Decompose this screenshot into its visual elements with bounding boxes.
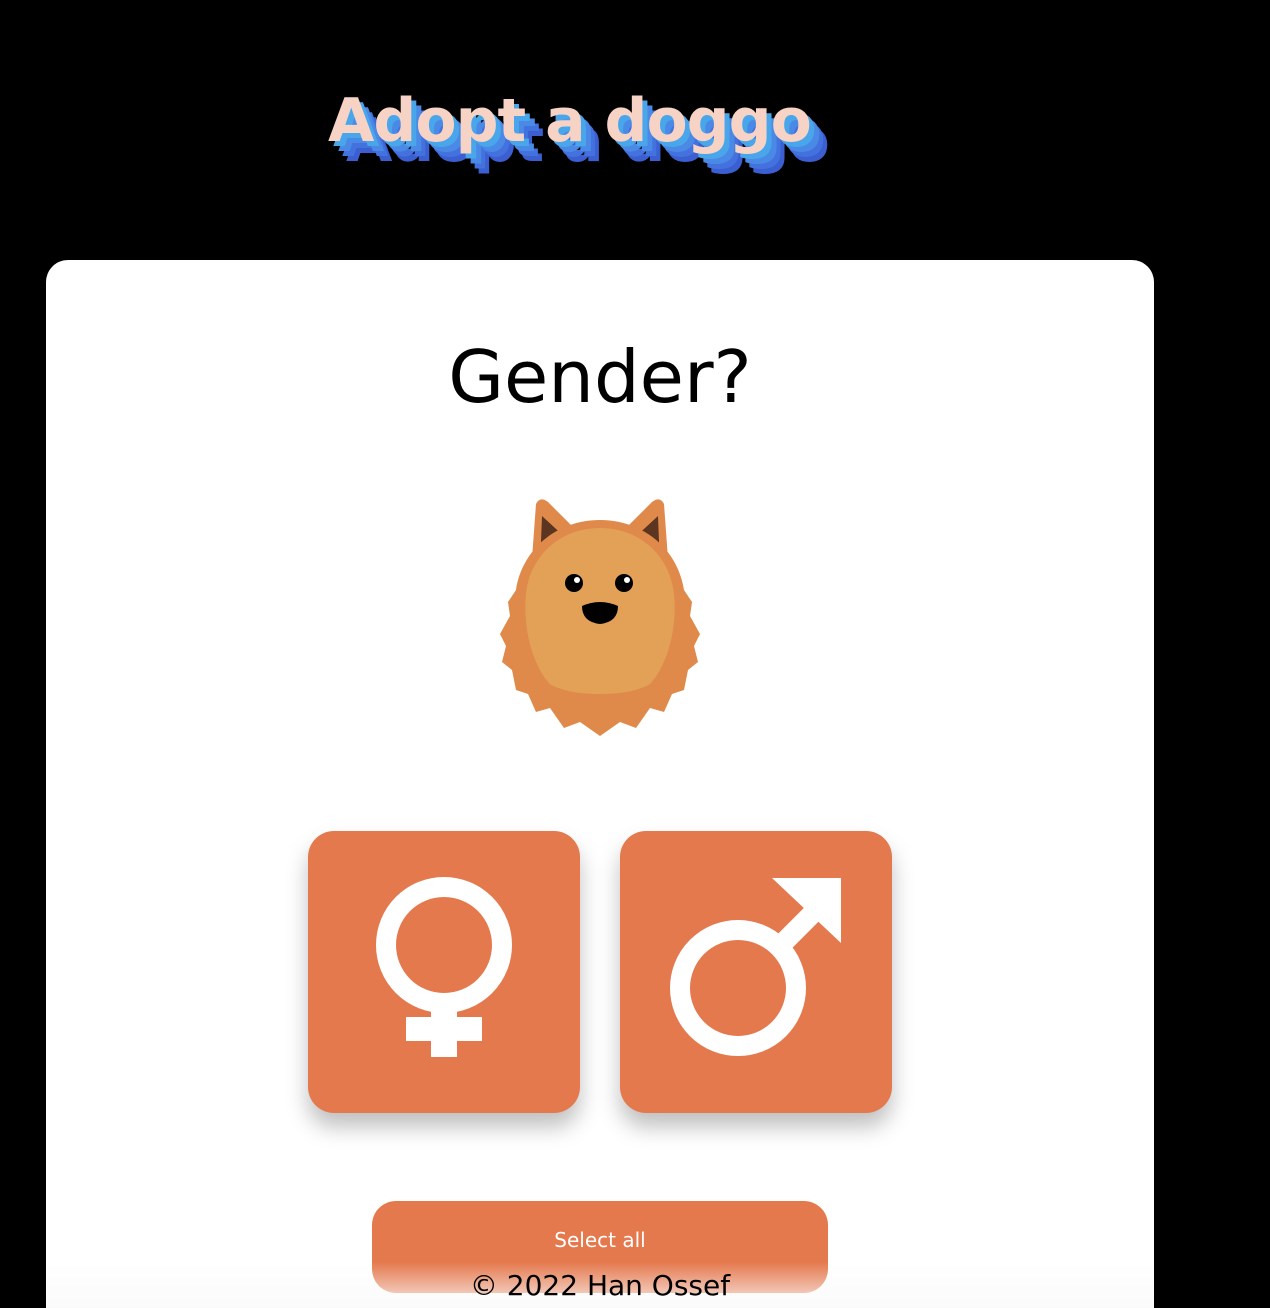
dog-illustration (500, 499, 700, 736)
female-symbol-icon (376, 877, 512, 1057)
site-title: Adopt a doggo Adopt a doggo Adopt a dogg… (328, 86, 888, 196)
male-symbol-icon (670, 878, 841, 1056)
footer-copyright: © 2022 Han Ossef (469, 1269, 731, 1302)
page: Adopt a doggo Adopt a doggo Adopt a dogg… (0, 0, 1270, 1308)
male-option-button[interactable] (620, 831, 892, 1113)
question-title: Gender? (448, 335, 752, 419)
site-title-text: Adopt a doggo (328, 86, 812, 156)
female-option-button[interactable] (308, 831, 580, 1113)
